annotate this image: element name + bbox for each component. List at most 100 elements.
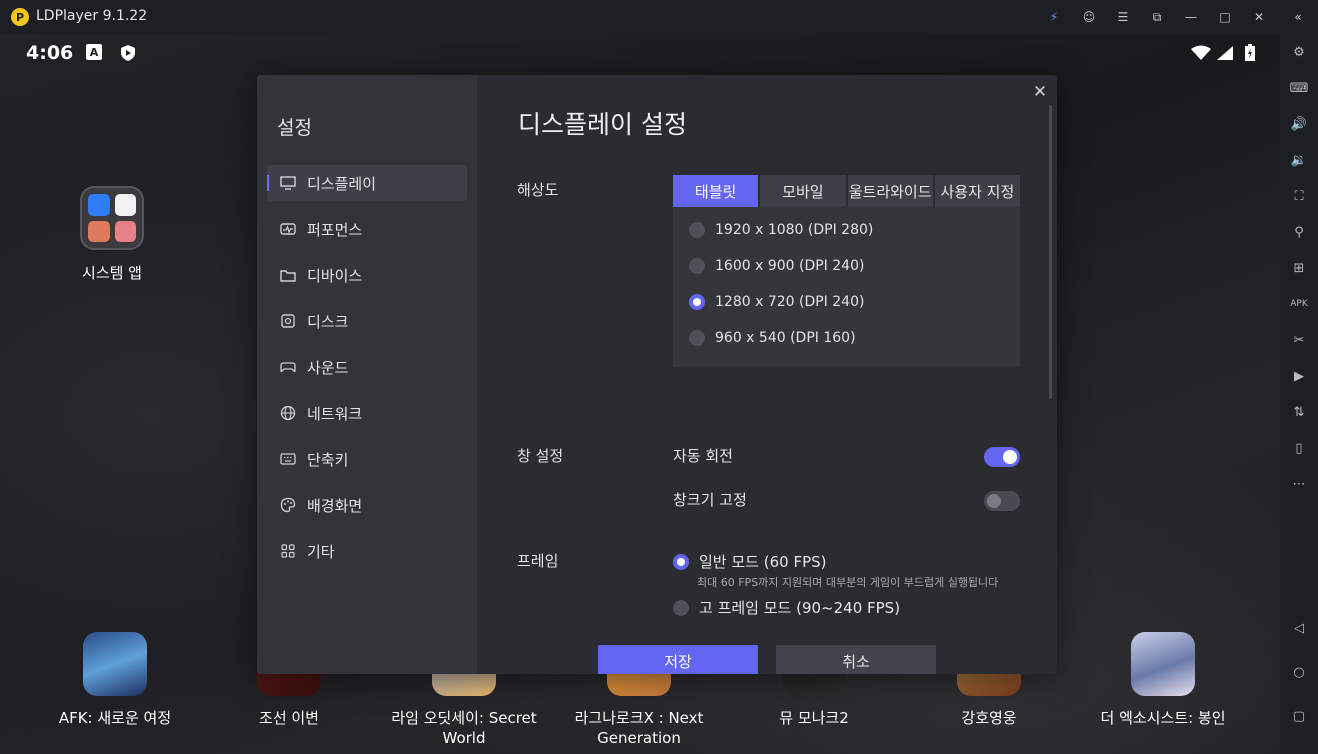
settings-nav: 설정 디스플레이 퍼포먼스 디바이스 디스크 사운드 네트워크 단축키 배경화면… (257, 75, 477, 674)
radio-button[interactable] (689, 258, 705, 274)
status-time: 4:06 (26, 42, 74, 64)
shield-play-icon (119, 44, 137, 62)
nav-label: 네트워크 (307, 404, 363, 423)
resolution-option-label: 960 x 540 (DPI 160) (715, 330, 856, 346)
screenshot-icon[interactable]: ⛶ (1289, 186, 1309, 206)
fix-size-label: 창크기 고정 (673, 491, 747, 509)
nav-label: 배경화면 (307, 496, 363, 515)
title-bar: P LDPlayer 9.1.22 ⚡ ☺ ☰ ⧉ — □ ✕ « (0, 0, 1318, 34)
nav-item-shortcut[interactable]: 단축키 (267, 441, 467, 477)
volume-up-icon[interactable]: 🔊 (1289, 114, 1309, 134)
nav-item-display[interactable]: 디스플레이 (267, 165, 467, 201)
settings-dialog: 설정 디스플레이 퍼포먼스 디바이스 디스크 사운드 네트워크 단축키 배경화면… (257, 75, 1057, 674)
tab-mobile[interactable]: 모바일 (760, 175, 846, 207)
radio-button[interactable] (689, 330, 705, 346)
nav-item-network[interactable]: 네트워크 (267, 395, 467, 431)
location-icon[interactable]: ⚲ (1289, 222, 1309, 242)
tab-tablet[interactable]: 태블릿 (673, 175, 759, 207)
resolution-options: 1920 x 1080 (DPI 280) 1600 x 900 (DPI 24… (673, 207, 1020, 367)
nav-label: 디스크 (307, 312, 349, 331)
disk-icon (279, 312, 297, 330)
app-label-afk: AFK: 새로운 여정 (58, 709, 172, 727)
app-afk-icon[interactable] (83, 632, 147, 696)
volume-down-icon[interactable]: 🔉 (1289, 150, 1309, 170)
side-toolbar: ⚙ ⌨ 🔊 🔉 ⛶ ⚲ ⊞ APK ✂ ▶ ⇅ ▯ ⋯ ◁ ○ ▢ (1280, 34, 1318, 754)
resolution-tabs: 태블릿 모바일 울트라와이드 사용자 지정 (673, 175, 1020, 207)
toggle-knob (987, 494, 1001, 508)
radio-button-selected[interactable] (689, 294, 705, 310)
recents-icon[interactable]: ▢ (1289, 706, 1309, 726)
resolution-option-1280[interactable]: 1280 x 720 (DPI 240) (689, 292, 864, 312)
auto-rotate-toggle[interactable] (984, 447, 1020, 467)
settings-icon[interactable]: ⚙ (1289, 42, 1309, 62)
signal-icon (1216, 44, 1234, 62)
app-label-ganghoyoungwoong: 강호영웅 (961, 709, 1017, 727)
photos-app-icon (114, 220, 136, 242)
nav-label: 단축키 (307, 450, 349, 469)
nav-item-device[interactable]: 디바이스 (267, 257, 467, 293)
record-icon[interactable]: ▶ (1289, 366, 1309, 386)
fps-normal-label: 일반 모드 (60 FPS) (699, 553, 827, 571)
nav-item-other[interactable]: 기타 (267, 533, 467, 569)
save-button[interactable]: 저장 (598, 645, 758, 674)
minimize-icon[interactable]: — (1182, 8, 1200, 26)
battery-icon (1244, 44, 1256, 62)
nav-item-sound[interactable]: 사운드 (267, 349, 467, 385)
fps-normal-option[interactable]: 일반 모드 (60 FPS) (673, 551, 827, 572)
bolt-icon[interactable]: ⚡ (1045, 8, 1063, 26)
nav-item-wallpaper[interactable]: 배경화면 (267, 487, 467, 523)
popout-icon[interactable]: ⧉ (1148, 8, 1166, 26)
shake-icon[interactable]: ▯ (1289, 438, 1309, 458)
scissors-icon[interactable]: ✂ (1289, 330, 1309, 350)
radio-button[interactable] (689, 222, 705, 238)
resolution-option-960[interactable]: 960 x 540 (DPI 160) (689, 328, 856, 348)
monitor-icon (279, 174, 297, 192)
resolution-option-1920[interactable]: 1920 x 1080 (DPI 280) (689, 220, 873, 240)
app-label-exorcist: 더 엑소시스트: 봉인 (1100, 709, 1226, 727)
keyboard-icon[interactable]: ⌨ (1289, 78, 1309, 98)
font-icon: A (86, 44, 102, 60)
more-icon[interactable]: ⋯ (1289, 474, 1309, 494)
palette-icon (279, 496, 297, 514)
nav-item-disk[interactable]: 디스크 (267, 303, 467, 339)
grid-icon (279, 542, 297, 560)
resolution-option-1600[interactable]: 1600 x 900 (DPI 240) (689, 256, 864, 276)
sync-icon[interactable]: ⇅ (1289, 402, 1309, 422)
gamepad-icon (279, 358, 297, 376)
settings-scrollbar[interactable] (1049, 105, 1052, 399)
apk-icon[interactable]: APK (1289, 294, 1309, 314)
account-icon[interactable]: ☺ (1080, 8, 1098, 26)
fps-high-label: 고 프레임 모드 (90~240 FPS) (699, 599, 901, 617)
menu-icon[interactable]: ☰ (1114, 8, 1132, 26)
dialog-close-icon[interactable]: ✕ (1031, 82, 1049, 102)
settings-nav-title: 설정 (277, 117, 312, 139)
collapse-icon[interactable]: « (1289, 8, 1307, 26)
fix-size-toggle[interactable] (984, 491, 1020, 511)
performance-icon (279, 220, 297, 238)
frame-label: 프레임 (517, 552, 559, 570)
tab-ultrawide[interactable]: 울트라와이드 (847, 175, 933, 207)
add-app-icon[interactable]: ⊞ (1289, 258, 1309, 278)
home-icon[interactable]: ○ (1289, 662, 1309, 682)
settings-app-icon (88, 194, 110, 216)
tab-custom[interactable]: 사용자 지정 (934, 175, 1020, 207)
radio-button-selected[interactable] (673, 553, 689, 570)
ldplayer-logo-icon: P (11, 8, 29, 26)
close-icon[interactable]: ✕ (1250, 8, 1268, 26)
page-title: 디스플레이 설정 (518, 110, 687, 139)
window-title: LDPlayer 9.1.22 (36, 8, 148, 24)
resolution-option-label: 1280 x 720 (DPI 240) (715, 294, 865, 310)
fps-high-option[interactable]: 고 프레임 모드 (90~240 FPS) (673, 597, 900, 618)
radio-button[interactable] (673, 599, 689, 616)
nav-item-performance[interactable]: 퍼포먼스 (267, 211, 467, 247)
back-icon[interactable]: ◁ (1289, 618, 1309, 638)
resolution-label: 해상도 (517, 181, 559, 199)
resolution-option-label: 1920 x 1080 (DPI 280) (715, 222, 874, 238)
cancel-button[interactable]: 취소 (776, 645, 936, 674)
nav-label: 디바이스 (307, 266, 363, 285)
app-label-mu-monarch: 뮤 모나크2 (779, 709, 849, 727)
wifi-icon (1190, 44, 1212, 62)
app-exorcist-icon[interactable] (1131, 632, 1195, 696)
maximize-icon[interactable]: □ (1216, 8, 1234, 26)
system-apps-folder[interactable] (80, 186, 144, 250)
